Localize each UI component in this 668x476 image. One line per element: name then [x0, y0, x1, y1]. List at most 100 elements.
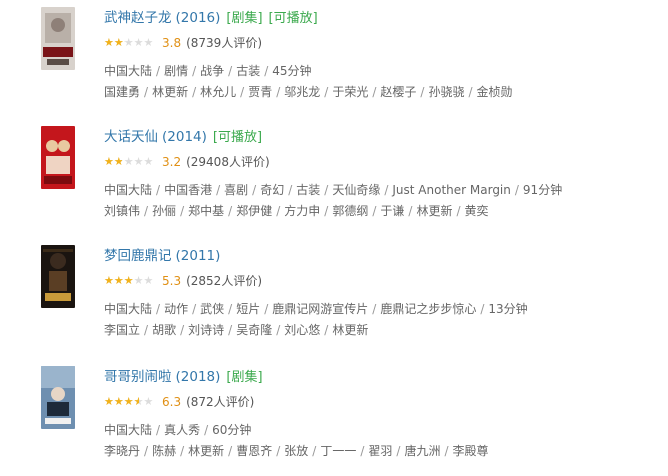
- cast-name: 邬兆龙: [284, 85, 321, 99]
- cast-name: 林更新: [188, 444, 225, 458]
- cast-name: 刘心悠: [284, 323, 321, 337]
- rating-score: 3.8: [162, 36, 182, 50]
- meta-value: 鹿鼎记之步步惊心: [380, 302, 477, 316]
- separator: /: [240, 85, 245, 99]
- poster-thumbnail[interactable]: [41, 126, 75, 189]
- separator: /: [144, 85, 149, 99]
- result-item[interactable]: 哥哥别闹啦(2018) [剧集] ★★★★★★★★★★6.3 (872人评价) 中国大陆…: [0, 366, 668, 476]
- separator: /: [252, 183, 257, 197]
- cast-name: 吴奇隆: [236, 323, 273, 337]
- rating-score: 6.3: [162, 395, 182, 409]
- separator: /: [288, 183, 293, 197]
- meta-value: 91分钟: [522, 183, 563, 197]
- separator: /: [372, 85, 377, 99]
- meta-info: 中国大陆 / 中国香港 / 喜剧 / 奇幻 / 古装 / 天仙奇缘 / Just Another Mar…: [104, 181, 562, 199]
- rating-line: ★★★★★★★★★★3.2 (29408人评价): [104, 154, 270, 170]
- title-line: 梦回鹿鼎记 (2011): [104, 246, 220, 266]
- poster-thumbnail[interactable]: [41, 366, 75, 429]
- separator: /: [372, 302, 377, 316]
- separator: /: [514, 183, 519, 197]
- meta-value: Just Another Margin: [392, 183, 511, 197]
- separator: /: [384, 183, 389, 197]
- separator: /: [396, 444, 401, 458]
- rating-line: ★★★★★★★★★★6.3 (872人评价): [104, 394, 254, 410]
- separator: /: [360, 444, 365, 458]
- cast-name: 胡歌: [152, 323, 177, 337]
- rating-score: 3.2: [162, 155, 182, 169]
- separator: /: [156, 423, 161, 437]
- cast-name: 国建勇: [104, 85, 141, 99]
- result-item[interactable]: 梦回鹿鼎记(2011)★★★★★★★★★★5.3(2852人评价)中国大陆/动作…: [0, 245, 668, 355]
- movie-year: (2014): [162, 129, 207, 145]
- meta-info: 中国大陆 / 剧情 / 战争 / 古装/45分钟: [104, 62, 312, 80]
- title-line: 武神赵子龙 (2016) [剧集] [可播放]: [104, 8, 318, 28]
- cast-name: 金桢勋: [476, 85, 513, 99]
- cast-name: 林允儿: [200, 85, 237, 99]
- cast-name: 方力申: [284, 204, 321, 218]
- movie-title-link[interactable]: 哥哥别闹啦: [104, 369, 172, 385]
- poster-thumbnail[interactable]: [41, 7, 75, 70]
- separator: /: [156, 302, 161, 316]
- cast-name: 李国立: [104, 323, 141, 337]
- cast-name: 郭德纲: [332, 204, 369, 218]
- movie-title-link[interactable]: 大话天仙: [104, 129, 158, 145]
- cast-name: 贾青: [248, 85, 273, 99]
- playable-tag: [可播放]: [212, 130, 263, 145]
- cast-name: 曹恩齐: [236, 444, 273, 458]
- separator: /: [204, 423, 209, 437]
- cast-name: 林更新: [152, 85, 189, 99]
- meta-value: 中国香港: [164, 183, 213, 197]
- playable-tag: [可播放]: [268, 11, 318, 26]
- rating-line: ★★★★★★★★★★3.8 (8739人评价): [104, 35, 262, 51]
- separator: /: [144, 204, 149, 218]
- separator: /: [180, 444, 185, 458]
- cast-name: 丁一一: [320, 444, 357, 458]
- meta-value: 奇幻: [260, 183, 285, 197]
- separator: /: [264, 302, 269, 316]
- rating-count: (8739人评价): [186, 36, 262, 50]
- separator: /: [156, 183, 161, 197]
- separator: /: [276, 204, 281, 218]
- rating-stars: ★★★★★★★★★★: [104, 37, 159, 48]
- result-item[interactable]: 武神赵子龙(2016) [剧集] [可播放] ★★★★★★★★★★3.8 (8739人评…: [0, 7, 668, 117]
- cast-name: 郑中基: [188, 204, 225, 218]
- separator: /: [312, 444, 317, 458]
- separator: /: [324, 323, 329, 337]
- separator: /: [180, 204, 185, 218]
- meta-value: 中国大陆: [104, 183, 153, 197]
- separator: /: [324, 85, 329, 99]
- separator: /: [228, 204, 233, 218]
- meta-value: 13分钟: [488, 302, 528, 316]
- cast-name: 林更新: [416, 204, 453, 218]
- cast-name: 刘镇伟: [104, 204, 141, 218]
- cast-name: 于谦: [380, 204, 405, 218]
- cast-info: 刘镇伟 / 孙俪 / 郑中基 / 郑伊健 / 方力申 / 郭德纲 / 于谦 / 林更新 / 黄奕: [104, 202, 489, 220]
- separator: /: [324, 204, 329, 218]
- meta-value: 中国大陆: [104, 423, 153, 437]
- separator: /: [444, 444, 449, 458]
- rating-stars: ★★★★★★★★★★: [104, 275, 159, 286]
- cast-name: 孙俪: [152, 204, 177, 218]
- poster-thumbnail[interactable]: [41, 245, 75, 308]
- movie-title-link[interactable]: 武神赵子龙: [104, 10, 172, 26]
- star-filled-icon: ★★★★★: [104, 396, 139, 407]
- movie-year: (2011): [175, 248, 221, 264]
- cast-name: 李晓丹: [104, 444, 141, 458]
- meta-value: 中国大陆: [104, 64, 153, 78]
- separator: /: [144, 323, 149, 337]
- cast-name: 唐九洲: [404, 444, 441, 458]
- separator: /: [276, 85, 281, 99]
- separator: /: [276, 444, 281, 458]
- movie-title-link[interactable]: 梦回鹿鼎记: [104, 248, 172, 264]
- cast-info: 李晓丹 / 陈赫 / 林更新 / 曹恩齐 / 张放 / 丁一一 / 翟羽 / 唐九洲 / 李殿尊: [104, 442, 489, 460]
- cast-name: 黄奕: [464, 204, 489, 218]
- separator: /: [372, 204, 377, 218]
- separator: /: [216, 183, 221, 197]
- result-item[interactable]: 大话天仙(2014) [可播放] ★★★★★★★★★★3.2 (29408人评价) 中国…: [0, 126, 668, 236]
- cast-name: 赵樱子: [380, 85, 417, 99]
- meta-info: 中国大陆 / 动作 / 武侠 / 短片 / 鹿鼎记网游宣传片 / 鹿鼎记之步步惊心/13分钟: [104, 300, 528, 318]
- series-tag: [剧集]: [226, 370, 263, 385]
- star-filled-icon: ★★★★★: [104, 37, 125, 48]
- cast-name: 李殿尊: [452, 444, 489, 458]
- title-line: 大话天仙 (2014) [可播放]: [104, 127, 262, 147]
